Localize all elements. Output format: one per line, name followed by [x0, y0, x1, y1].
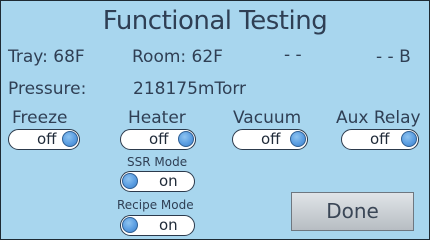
vacuum-label: Vacuum — [233, 108, 302, 128]
readout-placeholder-2: - - B — [376, 47, 411, 67]
freeze-toggle-state: off — [37, 130, 57, 148]
vacuum-toggle[interactable]: off — [232, 129, 308, 150]
heater-label: Heater — [128, 108, 186, 128]
heater-toggle-state: off — [149, 130, 169, 148]
toggle-knob-icon — [122, 217, 138, 233]
ssr-mode-toggle-state: on — [159, 172, 178, 190]
freeze-label: Freeze — [12, 108, 68, 128]
recipe-mode-toggle[interactable]: on — [120, 215, 195, 236]
tray-temperature: Tray: 68F — [8, 47, 85, 67]
toggle-knob-icon — [178, 131, 194, 147]
aux-relay-toggle-state: off — [370, 130, 390, 148]
recipe-mode-toggle-state: on — [159, 216, 178, 234]
room-temperature: Room: 62F — [132, 47, 223, 67]
toggle-knob-icon — [290, 131, 306, 147]
heater-toggle[interactable]: off — [120, 129, 196, 150]
toggle-knob-icon — [62, 131, 78, 147]
functional-testing-screen: Functional Testing Tray: 68F Room: 62F -… — [0, 0, 430, 240]
aux-relay-toggle[interactable]: off — [341, 129, 419, 150]
aux-relay-label: Aux Relay — [336, 108, 421, 128]
toggle-knob-icon — [401, 131, 417, 147]
toggle-knob-icon — [122, 173, 138, 189]
page-title: Functional Testing — [102, 6, 328, 36]
ssr-mode-toggle[interactable]: on — [120, 171, 195, 192]
vacuum-toggle-state: off — [261, 130, 281, 148]
recipe-mode-label: Recipe Mode — [117, 198, 194, 212]
readout-placeholder-1: - - — [284, 45, 302, 65]
freeze-toggle[interactable]: off — [8, 129, 80, 150]
pressure-value: 218175mTorr — [133, 79, 247, 99]
done-button[interactable]: Done — [291, 192, 414, 231]
pressure-label: Pressure: — [8, 79, 87, 99]
ssr-mode-label: SSR Mode — [127, 155, 188, 169]
